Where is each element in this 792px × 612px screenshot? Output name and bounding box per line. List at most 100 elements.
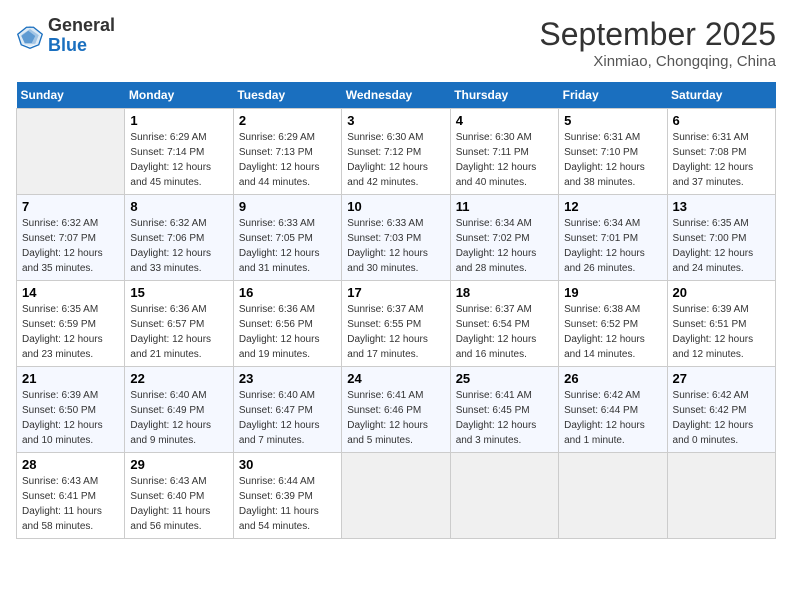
day-info: Sunrise: 6:33 AM Sunset: 7:05 PM Dayligh… [239,216,336,276]
day-info: Sunrise: 6:31 AM Sunset: 7:08 PM Dayligh… [673,130,770,190]
day-number: 16 [239,285,336,300]
calendar-cell: 17 Sunrise: 6:37 AM Sunset: 6:55 PM Dayli… [342,281,450,367]
day-number: 10 [347,199,444,214]
calendar-cell: 4 Sunrise: 6:30 AM Sunset: 7:11 PM Daylig… [450,109,558,195]
calendar-cell [559,453,667,539]
day-info: Sunrise: 6:37 AM Sunset: 6:54 PM Dayligh… [456,302,553,362]
day-info: Sunrise: 6:29 AM Sunset: 7:13 PM Dayligh… [239,130,336,190]
weekday-header-thursday: Thursday [450,82,558,109]
calendar-cell: 1 Sunrise: 6:29 AM Sunset: 7:14 PM Daylig… [125,109,233,195]
day-number: 29 [130,457,227,472]
day-number: 30 [239,457,336,472]
weekday-header-tuesday: Tuesday [233,82,341,109]
day-number: 12 [564,199,661,214]
calendar-cell: 22Sunrise: 6:40 AM Sunset: 6:49 PM Dayli… [125,367,233,453]
day-info: Sunrise: 6:43 AM Sunset: 6:41 PM Dayligh… [22,474,119,534]
weekday-header-row: SundayMondayTuesdayWednesdayThursdayFrid… [17,82,776,109]
day-number: 15 [130,285,227,300]
week-row-4: 21 Sunrise: 6:39 AM Sunset: 6:50 PM Dayli… [17,367,776,453]
day-number: 3 [347,113,444,128]
calendar-cell: 12 Sunrise: 6:34 AM Sunset: 7:01 PM Dayli… [559,195,667,281]
weekday-header-sunday: Sunday [17,82,125,109]
calendar-cell [450,453,558,539]
day-info: Sunrise: 6:30 AM Sunset: 7:12 PM Dayligh… [347,130,444,190]
calendar-cell: 8Sunrise: 6:32 AM Sunset: 7:06 PM Daylig… [125,195,233,281]
day-info: Sunrise: 6:29 AM Sunset: 7:14 PM Dayligh… [130,130,227,190]
day-info: Sunrise: 6:36 AM Sunset: 6:57 PM Dayligh… [130,302,227,362]
day-number: 17 [347,285,444,300]
day-info: Sunrise: 6:37 AM Sunset: 6:55 PM Dayligh… [347,302,444,362]
day-number: 4 [456,113,553,128]
day-number: 1 [130,113,227,128]
title-block: September 2025 Xinmiao, Chongqing, China [539,16,776,70]
day-number: 28 [22,457,119,472]
week-row-5: 28 Sunrise: 6:43 AM Sunset: 6:41 PM Dayli… [17,453,776,539]
day-number: 7 [22,199,119,214]
logo: General Blue [16,16,115,56]
calendar-cell: 20Sunrise: 6:39 AM Sunset: 6:51 PM Dayli… [667,281,775,367]
day-info: Sunrise: 6:32 AM Sunset: 7:06 PM Dayligh… [130,216,227,276]
day-number: 25 [456,371,553,386]
day-info: Sunrise: 6:41 AM Sunset: 6:46 PM Dayligh… [347,388,444,448]
day-number: 19 [564,285,661,300]
month-title: September 2025 [539,16,776,53]
calendar-cell: 28 Sunrise: 6:43 AM Sunset: 6:41 PM Dayli… [17,453,125,539]
weekday-header-wednesday: Wednesday [342,82,450,109]
logo-text: General Blue [48,16,115,56]
day-number: 13 [673,199,770,214]
calendar-cell: 9 Sunrise: 6:33 AM Sunset: 7:05 PM Daylig… [233,195,341,281]
day-number: 21 [22,371,119,386]
calendar-cell: 13 Sunrise: 6:35 AM Sunset: 7:00 PM Dayli… [667,195,775,281]
calendar-cell: 23Sunrise: 6:40 AM Sunset: 6:47 PM Dayli… [233,367,341,453]
week-row-2: 7 Sunrise: 6:32 AM Sunset: 7:07 PM Daylig… [17,195,776,281]
day-info: Sunrise: 6:41 AM Sunset: 6:45 PM Dayligh… [456,388,553,448]
day-number: 26 [564,371,661,386]
day-number: 22 [130,371,227,386]
calendar-cell: 19 Sunrise: 6:38 AM Sunset: 6:52 PM Dayli… [559,281,667,367]
calendar-cell: 27 Sunrise: 6:42 AM Sunset: 6:42 PM Dayli… [667,367,775,453]
logo-icon [16,22,44,50]
day-info: Sunrise: 6:44 AM Sunset: 6:39 PM Dayligh… [239,474,336,534]
weekday-header-friday: Friday [559,82,667,109]
calendar-cell: 16 Sunrise: 6:36 AM Sunset: 6:56 PM Dayli… [233,281,341,367]
calendar-cell: 6 Sunrise: 6:31 AM Sunset: 7:08 PM Daylig… [667,109,775,195]
day-number: 2 [239,113,336,128]
weekday-header-saturday: Saturday [667,82,775,109]
day-info: Sunrise: 6:39 AM Sunset: 6:51 PM Dayligh… [673,302,770,362]
calendar-cell: 18Sunrise: 6:37 AM Sunset: 6:54 PM Dayli… [450,281,558,367]
calendar-cell: 24Sunrise: 6:41 AM Sunset: 6:46 PM Dayli… [342,367,450,453]
day-info: Sunrise: 6:34 AM Sunset: 7:01 PM Dayligh… [564,216,661,276]
day-info: Sunrise: 6:32 AM Sunset: 7:07 PM Dayligh… [22,216,119,276]
calendar-cell: 15 Sunrise: 6:36 AM Sunset: 6:57 PM Dayli… [125,281,233,367]
day-info: Sunrise: 6:38 AM Sunset: 6:52 PM Dayligh… [564,302,661,362]
calendar-cell: 5Sunrise: 6:31 AM Sunset: 7:10 PM Daylig… [559,109,667,195]
calendar-cell: 3 Sunrise: 6:30 AM Sunset: 7:12 PM Daylig… [342,109,450,195]
calendar-cell: 11Sunrise: 6:34 AM Sunset: 7:02 PM Dayli… [450,195,558,281]
day-info: Sunrise: 6:39 AM Sunset: 6:50 PM Dayligh… [22,388,119,448]
calendar-cell: 14Sunrise: 6:35 AM Sunset: 6:59 PM Dayli… [17,281,125,367]
week-row-1: 1 Sunrise: 6:29 AM Sunset: 7:14 PM Daylig… [17,109,776,195]
weekday-header-monday: Monday [125,82,233,109]
calendar-cell: 7 Sunrise: 6:32 AM Sunset: 7:07 PM Daylig… [17,195,125,281]
day-info: Sunrise: 6:42 AM Sunset: 6:42 PM Dayligh… [673,388,770,448]
day-number: 23 [239,371,336,386]
calendar-cell: 29Sunrise: 6:43 AM Sunset: 6:40 PM Dayli… [125,453,233,539]
day-info: Sunrise: 6:35 AM Sunset: 6:59 PM Dayligh… [22,302,119,362]
day-info: Sunrise: 6:35 AM Sunset: 7:00 PM Dayligh… [673,216,770,276]
day-info: Sunrise: 6:42 AM Sunset: 6:44 PM Dayligh… [564,388,661,448]
calendar-cell: 21 Sunrise: 6:39 AM Sunset: 6:50 PM Dayli… [17,367,125,453]
calendar-cell [667,453,775,539]
day-number: 9 [239,199,336,214]
calendar-cell: 25 Sunrise: 6:41 AM Sunset: 6:45 PM Dayli… [450,367,558,453]
day-number: 11 [456,199,553,214]
day-info: Sunrise: 6:33 AM Sunset: 7:03 PM Dayligh… [347,216,444,276]
location-subtitle: Xinmiao, Chongqing, China [539,53,776,70]
calendar-cell [342,453,450,539]
day-number: 27 [673,371,770,386]
page-header: General Blue September 2025 Xinmiao, Cho… [16,16,776,70]
day-number: 5 [564,113,661,128]
day-info: Sunrise: 6:30 AM Sunset: 7:11 PM Dayligh… [456,130,553,190]
day-number: 6 [673,113,770,128]
day-info: Sunrise: 6:36 AM Sunset: 6:56 PM Dayligh… [239,302,336,362]
calendar-cell [17,109,125,195]
